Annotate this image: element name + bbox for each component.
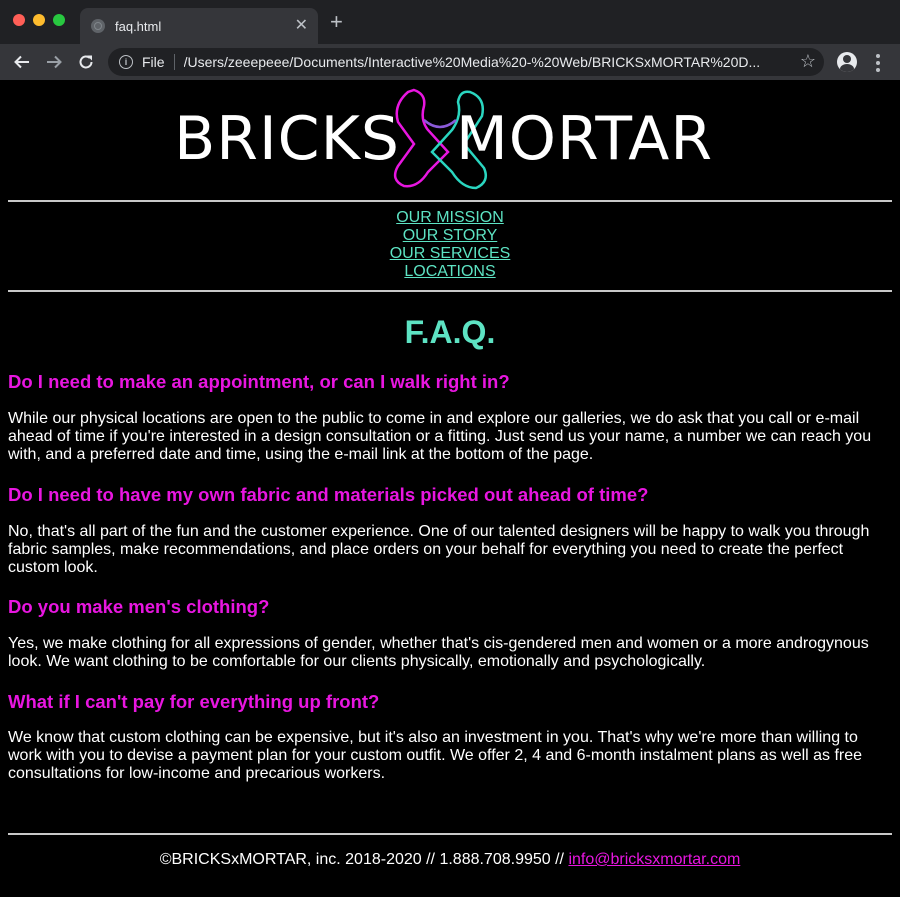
profile-icon[interactable] xyxy=(837,52,857,72)
tab-bar: faq.html ✕ + xyxy=(0,0,900,44)
page-title: F.A.Q. xyxy=(404,314,496,350)
page-footer: ©BRICKSxMORTAR, inc. 2018-2020 // 1.888.… xyxy=(0,851,900,869)
site-logo[interactable]: BRICKS MORTAR xyxy=(0,80,900,200)
footer-text: ©BRICKSxMORTAR, inc. 2018-2020 // 1.888.… xyxy=(159,851,569,868)
close-tab-icon[interactable]: ✕ xyxy=(295,18,308,34)
nav-link-locations[interactable]: LOCATIONS xyxy=(404,263,495,281)
faq-question: Do I need to have my own fabric and mate… xyxy=(8,484,649,505)
maximize-window-button[interactable] xyxy=(53,14,65,26)
globe-icon xyxy=(91,19,105,33)
browser-toolbar: i File /Users/zeeepeee/Documents/Interac… xyxy=(0,44,900,80)
nav-link-our-story[interactable]: OUR STORY xyxy=(403,227,498,245)
footer-email-link[interactable]: info@bricksxmortar.com xyxy=(568,851,740,868)
faq-answer: No, that's all part of the fun and the c… xyxy=(8,523,870,576)
faq-answer: We know that custom clothing can be expe… xyxy=(8,729,863,782)
divider-nav xyxy=(8,290,892,292)
logo-x-pink xyxy=(393,88,450,188)
nav-link-our-mission[interactable]: OUR MISSION xyxy=(396,209,504,227)
reload-icon xyxy=(79,55,93,69)
faq-question: What if I can't pay for everything up fr… xyxy=(8,691,380,712)
reload-button[interactable] xyxy=(75,51,97,73)
kebab-menu-icon[interactable] xyxy=(876,54,880,72)
logo-graphic: BRICKS MORTAR xyxy=(174,88,713,190)
minimize-window-button[interactable] xyxy=(33,14,45,26)
faq-answer: While our physical locations are open to… xyxy=(8,410,872,463)
back-button[interactable] xyxy=(11,51,33,73)
address-divider xyxy=(173,54,175,70)
arrow-right-icon xyxy=(47,55,62,69)
divider-top xyxy=(8,200,892,202)
faq-answer: Yes, we make clothing for all expression… xyxy=(8,635,869,670)
browser-window: faq.html ✕ + i File /Users/zeeepeee/Docu… xyxy=(0,0,900,897)
logo-right-text: MORTAR xyxy=(456,104,713,174)
active-tab[interactable]: faq.html ✕ xyxy=(80,8,318,44)
logo-left-text: BRICKS xyxy=(174,104,400,174)
star-icon[interactable]: ☆ xyxy=(800,51,816,72)
address-bar[interactable]: i File /Users/zeeepeee/Documents/Interac… xyxy=(108,48,824,76)
logo-x-loop xyxy=(423,119,457,129)
new-tab-button[interactable]: + xyxy=(330,11,343,33)
forward-button[interactable] xyxy=(43,51,65,73)
main-nav: OUR MISSION OUR STORY OUR SERVICES LOCAT… xyxy=(0,209,900,281)
tab-title: faq.html xyxy=(115,18,162,34)
scheme-label: File xyxy=(142,54,165,70)
nav-link-our-services[interactable]: OUR SERVICES xyxy=(390,245,511,263)
divider-footer xyxy=(8,833,892,835)
faq-question: Do I need to make an appointment, or can… xyxy=(8,371,510,392)
faq-question: Do you make men's clothing? xyxy=(8,596,270,617)
window-controls xyxy=(13,14,65,26)
page-content: BRICKS MORTAR OUR MISSION OUR STORY OUR … xyxy=(0,80,900,897)
arrow-left-icon xyxy=(14,55,29,69)
info-icon[interactable]: i xyxy=(119,55,133,69)
url-text[interactable]: /Users/zeeepeee/Documents/Interactive%20… xyxy=(184,54,784,70)
close-window-button[interactable] xyxy=(13,14,25,26)
